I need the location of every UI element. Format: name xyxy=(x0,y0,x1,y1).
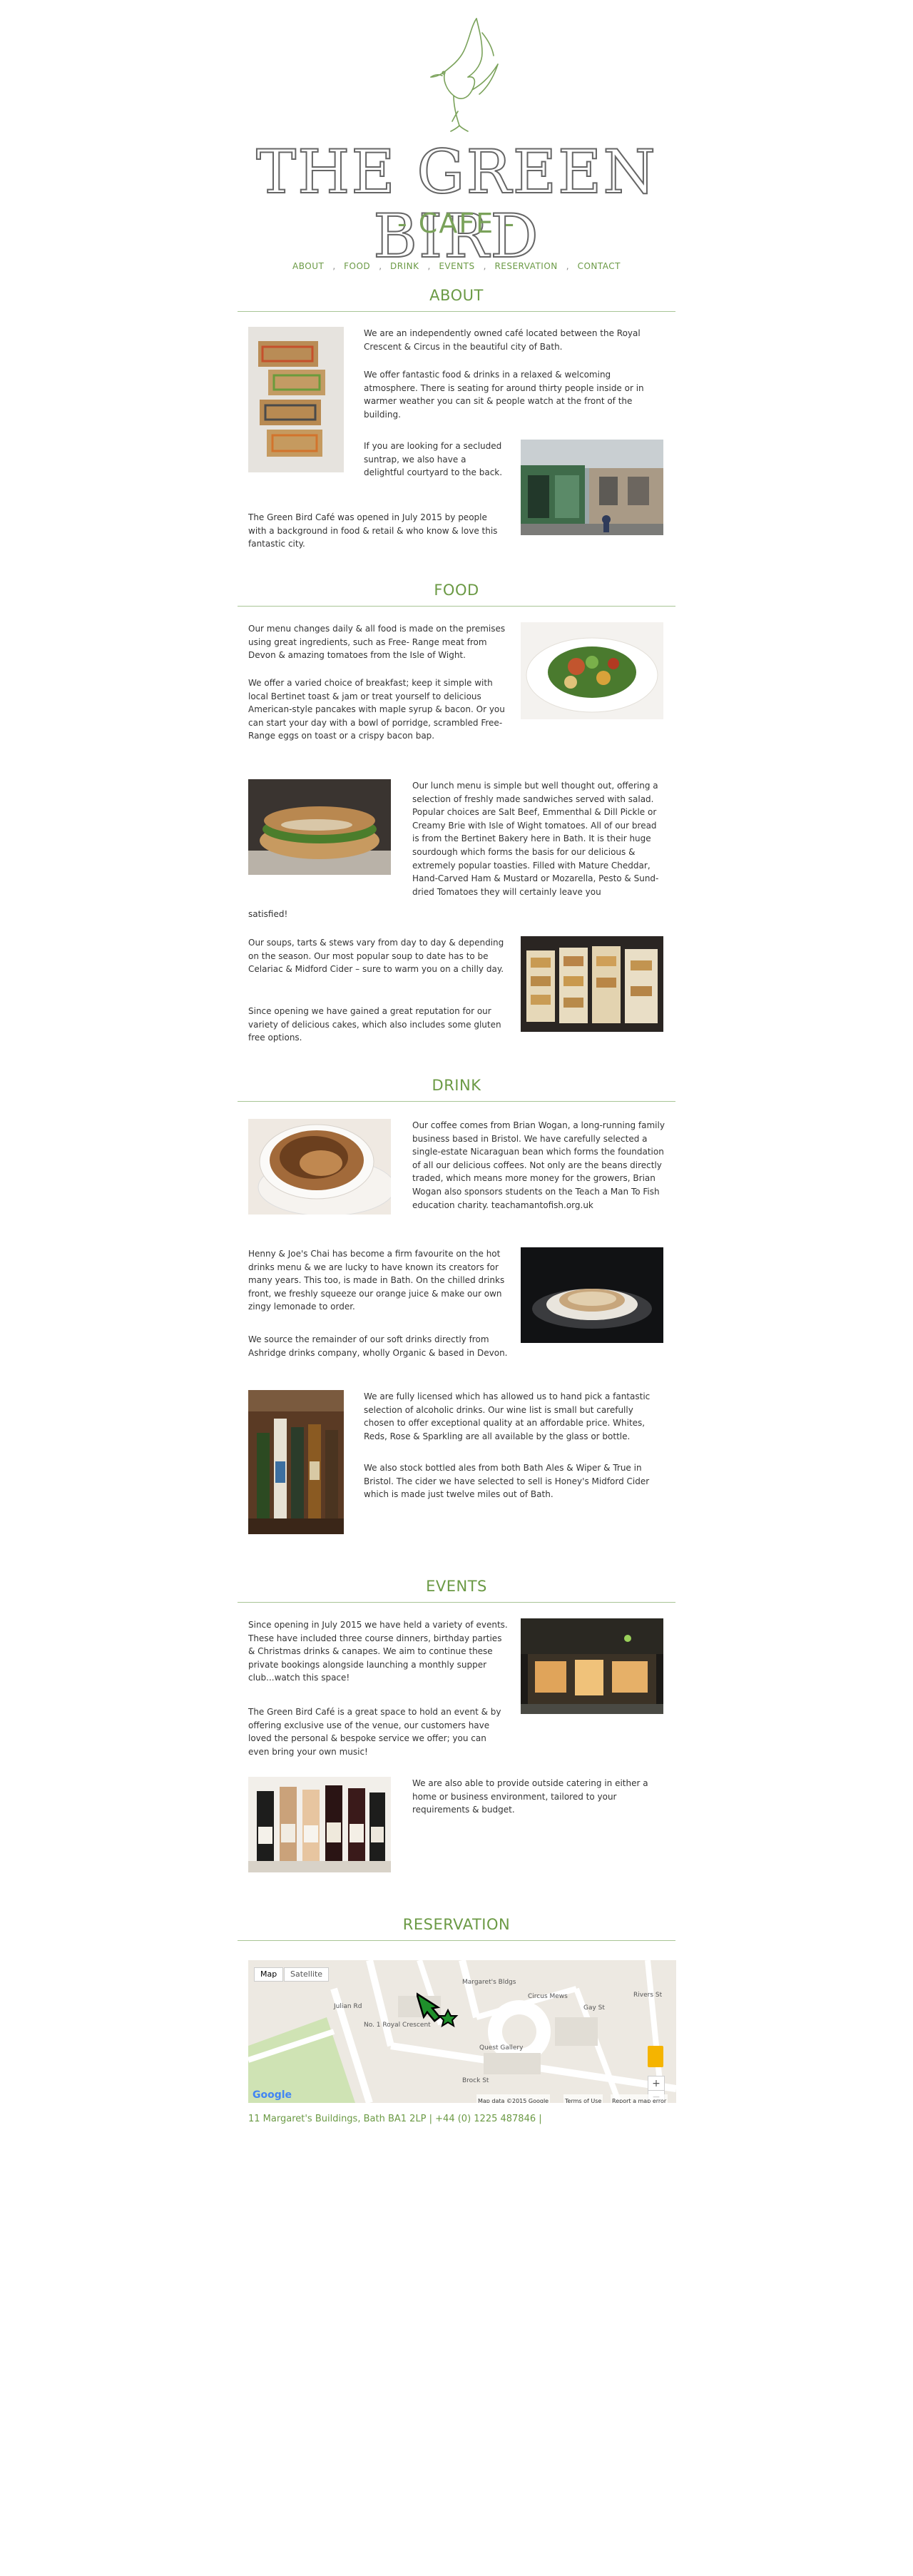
bird-icon xyxy=(430,18,499,132)
map-marker-arrow-icon[interactable] xyxy=(417,1986,459,2029)
nav-item-drink[interactable]: DRINK xyxy=(390,261,419,271)
nav-separator: , xyxy=(427,261,431,271)
map-label-circus-mews: Circus Mews xyxy=(528,1993,568,2000)
pegman-icon[interactable] xyxy=(648,2046,663,2067)
about-paragraph-1: We are an independently owned café locat… xyxy=(364,328,641,352)
food-paragraph-3-end: satisfied! xyxy=(248,909,288,919)
food-divider xyxy=(238,606,675,607)
about-storefront-image xyxy=(521,440,663,535)
food-sandwich-image xyxy=(248,779,391,875)
drink-divider xyxy=(238,1101,675,1102)
map-label-brock-st: Brock St xyxy=(462,2077,489,2084)
nav-separator: , xyxy=(483,261,486,271)
nav-item-reservation[interactable]: RESERVATION xyxy=(494,261,557,271)
drink-paragraph-5: We also stock bottled ales from both Bat… xyxy=(364,1463,650,1500)
drink-coffee-image xyxy=(248,1119,391,1215)
site-title[interactable]: THE GREEN BIRD xyxy=(207,139,706,269)
reservation-heading: RESERVATION xyxy=(402,1916,511,1933)
nav-item-contact[interactable]: CONTACT xyxy=(578,261,621,271)
drink-paragraph-2: Henny & Joe's Chai has become a firm fav… xyxy=(248,1249,505,1312)
nav-separator: , xyxy=(332,261,336,271)
nav-separator: , xyxy=(379,261,382,271)
events-paragraph-2: The Green Bird Café is a great space to … xyxy=(248,1707,501,1757)
food-heading: FOOD xyxy=(434,582,479,599)
events-divider xyxy=(238,1602,675,1603)
map-label-margarets-buildings: Margaret's Bldgs xyxy=(462,1979,516,1986)
food-tarts-image xyxy=(521,936,663,1032)
map-label-gay-st: Gay St xyxy=(583,2004,605,2012)
about-paragraph-3: If you are looking for a secluded suntra… xyxy=(364,441,503,478)
drink-paragraph-3: We source the remainder of our soft drin… xyxy=(248,1334,508,1358)
food-paragraph-4: Our soups, tarts & stews vary from day t… xyxy=(248,938,504,975)
nav-item-events[interactable]: EVENTS xyxy=(439,261,474,271)
events-paragraph-1: Since opening in July 2015 we have held … xyxy=(248,1620,508,1683)
location-map[interactable]: Map Satellite No. 1 Royal Crescent Quest… xyxy=(248,1960,676,2103)
events-paragraph-3: We are also able to provide outside cate… xyxy=(412,1778,648,1815)
drink-chai-image xyxy=(521,1247,663,1343)
map-label-rivers-st: Rivers St xyxy=(633,1992,663,1999)
page: THE GREEN BIRD - CAFE - ABOUT, FOOD, DRINK… xyxy=(0,0,913,2576)
nav-item-about[interactable]: ABOUT xyxy=(292,261,324,271)
drink-heading: DRINK xyxy=(432,1077,481,1094)
zoom-in-button[interactable]: + xyxy=(648,2076,665,2091)
events-night-exterior-image xyxy=(521,1618,663,1714)
map-attribution: Map data ©2015 Google xyxy=(476,2094,551,2103)
reservation-divider xyxy=(238,1940,675,1941)
map-type-map-button[interactable]: Map xyxy=(254,1967,284,1982)
about-paragraph-4: The Green Bird Café was opened in July 2… xyxy=(248,512,498,549)
google-logo: Google xyxy=(253,2089,292,2101)
food-paragraph-1: Our menu changes daily & all food is mad… xyxy=(248,624,506,661)
events-wine-bottles-image xyxy=(248,1777,391,1872)
map-type-satellite-button[interactable]: Satellite xyxy=(284,1967,330,1982)
about-divider xyxy=(238,311,675,312)
map-report-error-link[interactable]: Report a map error xyxy=(611,2094,668,2103)
drink-paragraph-4: We are fully licensed which has allowed … xyxy=(364,1391,651,1441)
site-subtitle: - CAFE - xyxy=(397,208,516,239)
footer-address: 11 Margaret's Buildings, Bath BA1 2LP | … xyxy=(248,2114,542,2124)
map-terms-link[interactable]: Terms of Use xyxy=(563,2094,603,2103)
food-paragraph-3: Our lunch menu is simple but well though… xyxy=(412,781,659,897)
about-heading: ABOUT xyxy=(429,287,484,304)
nav-separator: , xyxy=(566,261,569,271)
about-paragraph-2: We offer fantastic food & drinks in a re… xyxy=(364,370,644,420)
food-paragraph-2: We offer a varied choice of breakfast; k… xyxy=(248,678,505,741)
events-heading: EVENTS xyxy=(426,1578,487,1595)
main-nav: ABOUT, FOOD, DRINK, EVENTS, RESERVATION, CONT… xyxy=(0,260,913,273)
food-salad-image xyxy=(521,622,663,719)
food-paragraph-5: Since opening we have gained a great rep… xyxy=(248,1006,501,1043)
drink-paragraph-1: Our coffee comes from Brian Wogan, a lon… xyxy=(412,1120,665,1210)
drink-bottles-image xyxy=(248,1390,344,1534)
map-label-julian-rd: Julian Rd xyxy=(334,2003,362,2010)
about-sign-image xyxy=(248,327,344,472)
nav-item-food[interactable]: FOOD xyxy=(344,261,370,271)
map-label-quest-gallery: Quest Gallery xyxy=(479,2044,524,2052)
